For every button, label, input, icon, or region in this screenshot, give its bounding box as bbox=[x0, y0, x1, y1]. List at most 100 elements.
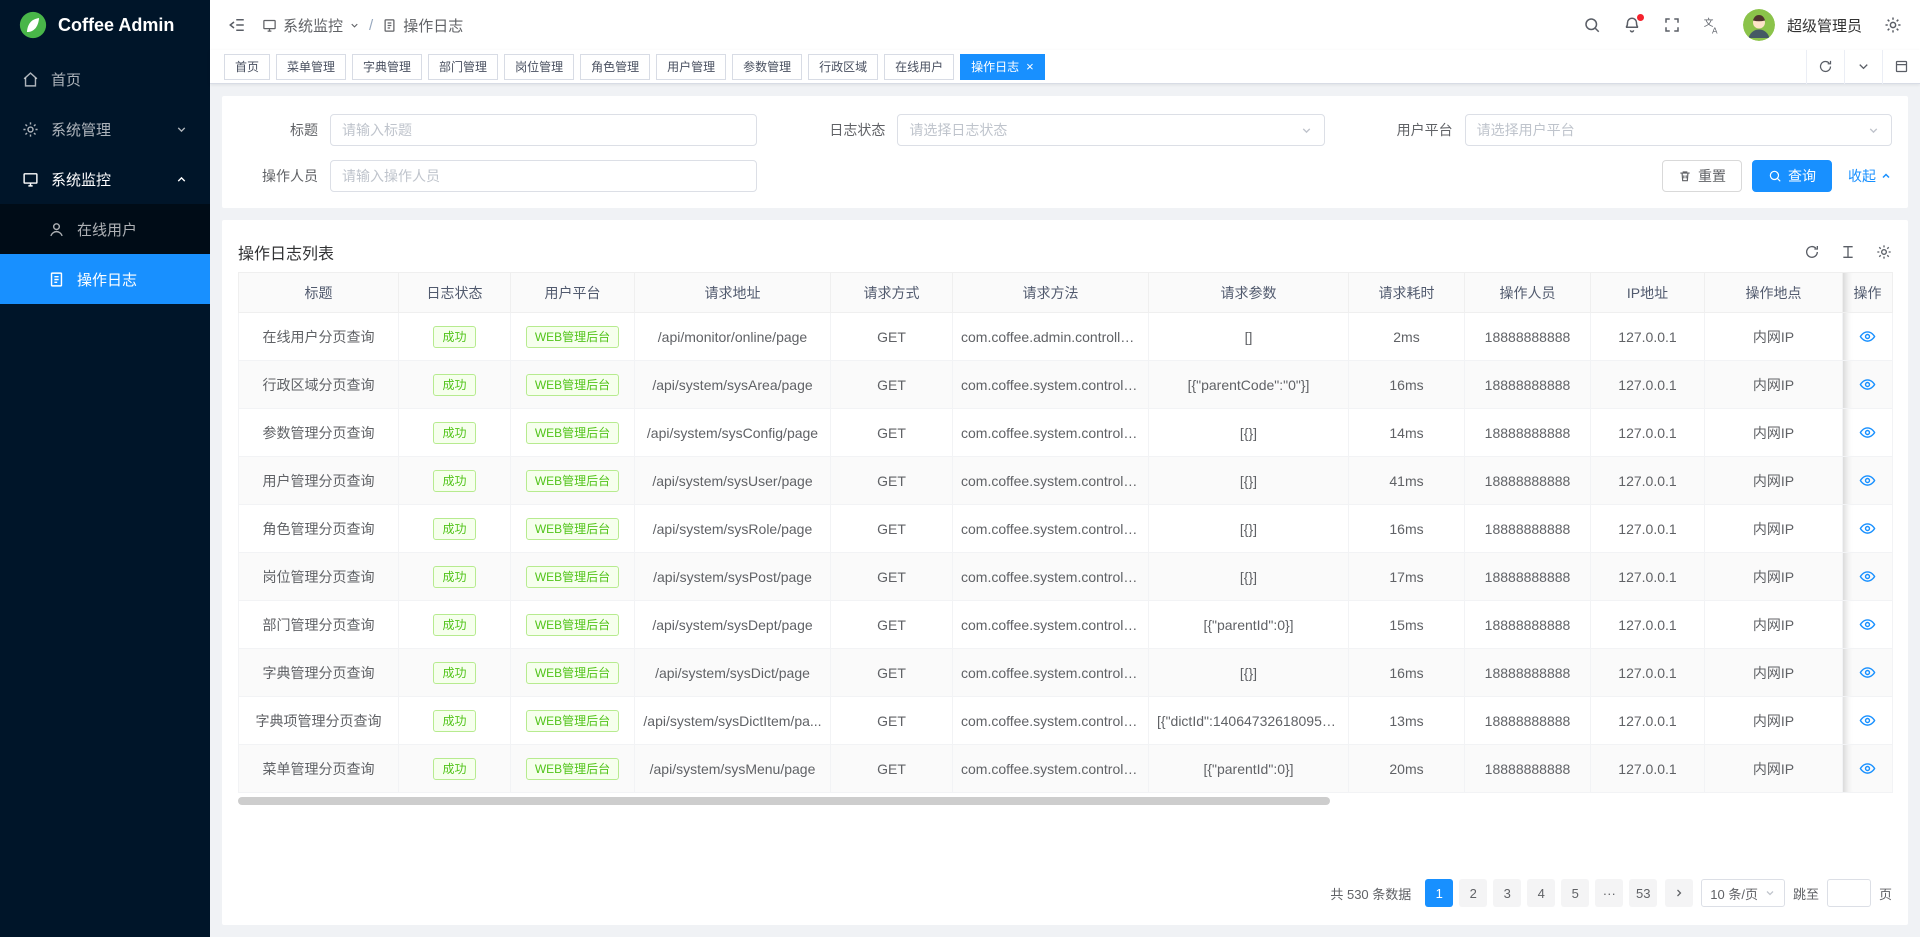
caret-down-icon bbox=[1300, 124, 1313, 137]
search-button[interactable]: 查询 bbox=[1752, 160, 1832, 192]
view-detail-eye-icon[interactable] bbox=[1859, 520, 1876, 537]
column-header: 标题 bbox=[239, 273, 399, 313]
horizontal-scrollbar[interactable] bbox=[238, 797, 1892, 807]
sidebar-item-system-monitor[interactable]: 系统监控 bbox=[0, 154, 210, 204]
tab-label: 部门管理 bbox=[439, 58, 487, 75]
page-button-53[interactable]: 53 bbox=[1629, 879, 1657, 907]
view-detail-eye-icon[interactable] bbox=[1859, 328, 1876, 345]
column-header: 操作 bbox=[1843, 273, 1893, 313]
scrollbar-thumb[interactable] bbox=[238, 797, 1330, 805]
status-tag: 成功 bbox=[433, 422, 475, 444]
status-tag: 成功 bbox=[399, 649, 511, 697]
collapse-link[interactable]: 收起 bbox=[1848, 166, 1892, 186]
filter-field-operator: 操作人员 bbox=[238, 160, 757, 192]
cell-action bbox=[1843, 361, 1893, 409]
view-detail-eye-icon[interactable] bbox=[1859, 664, 1876, 681]
app-logo[interactable]: Coffee Admin bbox=[0, 0, 210, 50]
tab-参数管理[interactable]: 参数管理 bbox=[732, 54, 802, 80]
reset-button[interactable]: 重置 bbox=[1662, 160, 1742, 192]
operator-input[interactable] bbox=[330, 160, 757, 192]
refresh-icon[interactable] bbox=[1804, 244, 1820, 260]
title-input[interactable] bbox=[330, 114, 757, 146]
platform-select[interactable]: 请选择用户平台 bbox=[1465, 114, 1892, 146]
tab-首页[interactable]: 首页 bbox=[224, 54, 270, 80]
table-settings-icon[interactable] bbox=[1876, 244, 1892, 260]
sidebar-item-online-users[interactable]: 在线用户 bbox=[0, 204, 210, 254]
view-detail-eye-icon[interactable] bbox=[1859, 712, 1876, 729]
tab-岗位管理[interactable]: 岗位管理 bbox=[504, 54, 574, 80]
menu-fold-icon[interactable] bbox=[228, 16, 246, 34]
sidebar-item-system-management[interactable]: 系统管理 bbox=[0, 104, 210, 154]
tab-字典管理[interactable]: 字典管理 bbox=[352, 54, 422, 80]
sidebar-item-home[interactable]: 首页 bbox=[0, 54, 210, 104]
fullscreen-icon[interactable] bbox=[1663, 16, 1681, 34]
status-tag: 成功 bbox=[399, 697, 511, 745]
tab-label: 字典管理 bbox=[363, 58, 411, 75]
jump-prefix-label: 跳至 bbox=[1793, 884, 1819, 903]
log-table-row: 角色管理分页查询成功WEB管理后台/api/system/sysRole/pag… bbox=[239, 505, 1893, 553]
chevron-down-icon[interactable] bbox=[1844, 50, 1882, 84]
maximize-icon[interactable] bbox=[1882, 50, 1920, 84]
filter-panel: 标题 日志状态 请选择日志状态 用户平台 请选择用户平台 bbox=[222, 96, 1908, 208]
cell-ip: 127.0.0.1 bbox=[1591, 745, 1705, 793]
view-detail-eye-icon[interactable] bbox=[1859, 616, 1876, 633]
tab-菜单管理[interactable]: 菜单管理 bbox=[276, 54, 346, 80]
page-button-1[interactable]: 1 bbox=[1425, 879, 1453, 907]
tab-行政区域[interactable]: 行政区域 bbox=[808, 54, 878, 80]
user-name[interactable]: 超级管理员 bbox=[1787, 15, 1862, 36]
refresh-icon[interactable] bbox=[1806, 50, 1844, 84]
platform-tag: WEB管理后台 bbox=[526, 566, 619, 588]
view-detail-eye-icon[interactable] bbox=[1859, 568, 1876, 585]
page-button-2[interactable]: 2 bbox=[1459, 879, 1487, 907]
cell-location: 内网IP bbox=[1705, 553, 1843, 601]
sidebar-item-label: 在线用户 bbox=[77, 219, 137, 240]
cell-request-url: /api/system/sysPost/page bbox=[635, 553, 831, 601]
jump-page-input[interactable] bbox=[1827, 879, 1871, 907]
page-button-5[interactable]: 5 bbox=[1561, 879, 1589, 907]
platform-tag: WEB管理后台 bbox=[526, 710, 619, 732]
view-detail-eye-icon[interactable] bbox=[1859, 376, 1876, 393]
cell-request-method: GET bbox=[831, 601, 953, 649]
platform-tag: WEB管理后台 bbox=[526, 614, 619, 636]
cell-request-url: /api/system/sysDictItem/pa... bbox=[635, 697, 831, 745]
sidebar-item-label: 首页 bbox=[51, 69, 81, 90]
next-page-button[interactable] bbox=[1665, 879, 1693, 907]
cell-duration: 16ms bbox=[1349, 505, 1465, 553]
tab-在线用户[interactable]: 在线用户 bbox=[884, 54, 954, 80]
page-button-3[interactable]: 3 bbox=[1493, 879, 1521, 907]
status-select[interactable]: 请选择日志状态 bbox=[897, 114, 1324, 146]
platform-tag: WEB管理后台 bbox=[511, 313, 635, 361]
log-table-row: 字典管理分页查询成功WEB管理后台/api/system/sysDict/pag… bbox=[239, 649, 1893, 697]
cell-operator: 18888888888 bbox=[1465, 409, 1591, 457]
cell-location: 内网IP bbox=[1705, 649, 1843, 697]
sidebar-item-operation-log[interactable]: 操作日志 bbox=[0, 254, 210, 304]
cell-duration: 17ms bbox=[1349, 553, 1465, 601]
platform-tag: WEB管理后台 bbox=[511, 601, 635, 649]
total-count: 共 530 条数据 bbox=[1330, 884, 1411, 903]
top-header: 系统监控 / 操作日志 文A 超级管理员 bbox=[210, 0, 1920, 50]
tab-用户管理[interactable]: 用户管理 bbox=[656, 54, 726, 80]
translate-icon[interactable]: 文A bbox=[1703, 16, 1721, 34]
caret-down-icon bbox=[349, 20, 360, 31]
view-detail-eye-icon[interactable] bbox=[1859, 472, 1876, 489]
tab-close-icon[interactable]: × bbox=[1026, 60, 1034, 73]
search-icon[interactable] bbox=[1583, 16, 1601, 34]
bell-icon[interactable] bbox=[1623, 16, 1641, 34]
breadcrumb-item-monitor[interactable]: 系统监控 bbox=[262, 15, 360, 36]
page-size-select[interactable]: 10 条/页 bbox=[1701, 879, 1785, 907]
column-height-icon[interactable] bbox=[1840, 244, 1856, 260]
cell-action bbox=[1843, 457, 1893, 505]
cell-duration: 15ms bbox=[1349, 601, 1465, 649]
column-header: 请求参数 bbox=[1149, 273, 1349, 313]
avatar[interactable] bbox=[1743, 9, 1775, 41]
cell-action bbox=[1843, 553, 1893, 601]
tab-角色管理[interactable]: 角色管理 bbox=[580, 54, 650, 80]
settings-gear-icon[interactable] bbox=[1884, 16, 1902, 34]
view-detail-eye-icon[interactable] bbox=[1859, 760, 1876, 777]
cell-request-function: com.coffee.system.controlle... bbox=[953, 697, 1149, 745]
page-button-4[interactable]: 4 bbox=[1527, 879, 1555, 907]
tab-部门管理[interactable]: 部门管理 bbox=[428, 54, 498, 80]
view-detail-eye-icon[interactable] bbox=[1859, 424, 1876, 441]
tab-操作日志[interactable]: 操作日志× bbox=[960, 54, 1045, 80]
sidebar-item-label: 系统监控 bbox=[51, 169, 111, 190]
